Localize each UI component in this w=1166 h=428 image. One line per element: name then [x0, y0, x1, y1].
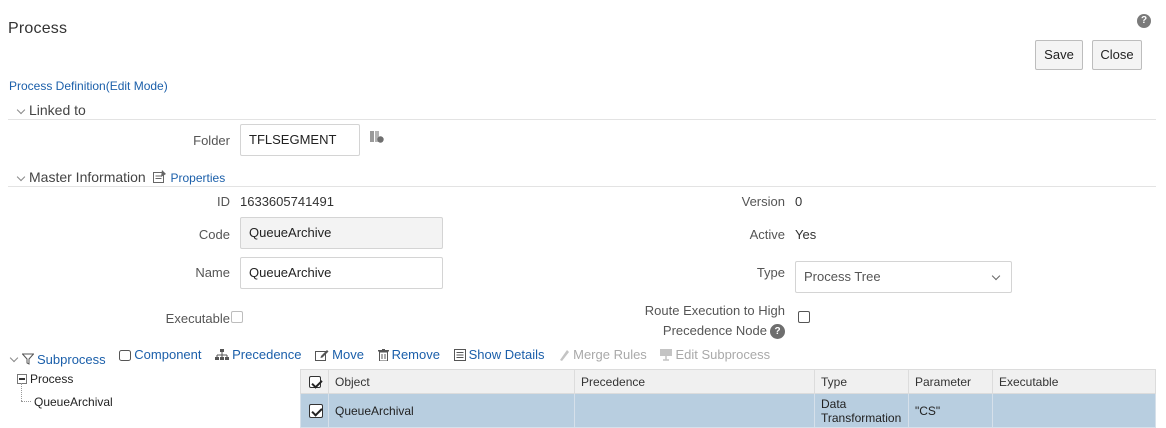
folder-field[interactable]: TFLSEGMENT [240, 124, 360, 156]
route-execution-label: Route Execution to High Precedence Node … [600, 301, 785, 341]
subprocess-tab[interactable]: Subprocess [9, 352, 106, 367]
row-checkbox[interactable] [309, 403, 323, 418]
name-label: Name [195, 265, 230, 280]
remove-button[interactable]: Remove [377, 347, 440, 362]
merge-rules-label: Merge Rules [573, 347, 647, 362]
help-icon[interactable]: ? [1137, 14, 1151, 28]
master-info-divider [8, 186, 1156, 187]
master-info-title: Master Information [29, 169, 146, 185]
components-table: Object Precedence Type Parameter Executa… [300, 369, 1156, 428]
edit-icon [315, 349, 329, 361]
cell-type-line2: Transformation [821, 410, 902, 425]
cell-precedence [574, 393, 815, 428]
column-header-executable[interactable]: Executable [992, 369, 1156, 394]
collapse-icon[interactable] [17, 374, 27, 384]
id-value: 1633605741491 [240, 194, 334, 209]
cell-type-line1: Data [821, 396, 847, 411]
tree-node-queuearchival[interactable]: QueueArchival [34, 395, 113, 409]
linked-to-section-header[interactable]: Linked to [16, 102, 86, 118]
component-label: Component [134, 347, 202, 362]
active-value: Yes [795, 227, 817, 242]
version-value: 0 [795, 194, 803, 209]
chevron-down-icon [16, 105, 26, 115]
cell-type: Data Transformation [814, 393, 909, 428]
properties-icon [152, 170, 166, 183]
show-details-button[interactable]: Show Details [453, 347, 545, 362]
merge-icon [560, 349, 570, 361]
edit-subprocess-icon [660, 348, 673, 361]
code-label: Code [198, 227, 230, 242]
tree-root-label: Process [30, 372, 74, 386]
type-select[interactable]: Process Tree [795, 261, 1012, 293]
close-button[interactable]: Close [1092, 40, 1142, 70]
show-details-label: Show Details [468, 347, 545, 362]
chevron-down-icon [9, 353, 19, 362]
table-header-row: Object Precedence Type Parameter Executa… [300, 369, 1156, 394]
subprocess-label: Subprocess [37, 351, 106, 367]
hierarchy-icon [215, 348, 230, 360]
table-row[interactable]: QueueArchival Data Transformation "CS" [300, 393, 1156, 428]
merge-rules-button[interactable]: Merge Rules [558, 347, 647, 362]
row-select-cell[interactable] [300, 393, 329, 428]
select-all-checkbox[interactable] [309, 375, 321, 388]
edit-subprocess-button[interactable]: Edit Subprocess [660, 347, 770, 362]
cell-object: QueueArchival [328, 393, 575, 428]
page-title: Process [8, 20, 68, 37]
active-label: Active [749, 227, 785, 242]
linked-to-divider [8, 119, 1156, 120]
tree-connector [21, 383, 22, 401]
cell-parameter: "CS" [908, 393, 993, 428]
id-label: ID [217, 194, 230, 209]
name-field[interactable]: QueueArchive [240, 257, 443, 289]
details-icon [453, 348, 466, 361]
tree-root[interactable]: Process [17, 372, 73, 386]
filter-icon [22, 353, 34, 365]
type-label: Type [756, 265, 785, 280]
code-field[interactable]: QueueArchive [240, 217, 443, 249]
type-select-value: Process Tree [804, 269, 881, 284]
column-header-type[interactable]: Type [814, 369, 909, 394]
cell-executable [992, 393, 1156, 428]
save-button[interactable]: Save [1035, 40, 1083, 70]
trash-icon [377, 348, 389, 361]
select-all-cell[interactable] [300, 369, 329, 394]
route-execution-checkbox[interactable] [798, 311, 810, 323]
master-info-section-header[interactable]: Master Information Properties [16, 169, 225, 185]
column-header-object[interactable]: Object [328, 369, 575, 394]
folder-browse-icon[interactable] [370, 131, 384, 143]
remove-label: Remove [391, 347, 440, 362]
executable-checkbox[interactable] [231, 311, 243, 323]
component-icon [119, 349, 132, 361]
chevron-down-icon [991, 271, 1001, 281]
precedence-button[interactable]: Precedence [215, 347, 302, 362]
move-button[interactable]: Move [315, 347, 364, 362]
column-header-precedence[interactable]: Precedence [574, 369, 815, 394]
edit-subprocess-label: Edit Subprocess [675, 347, 771, 362]
properties-link[interactable]: Properties [171, 171, 226, 185]
route-help-icon[interactable]: ? [770, 323, 785, 339]
linked-to-title: Linked to [29, 102, 86, 118]
chevron-down-icon [16, 172, 26, 182]
route-label-line2: Precedence Node [662, 323, 767, 338]
version-label: Version [741, 194, 785, 209]
move-label: Move [332, 347, 364, 362]
tree-connector [21, 401, 31, 402]
mode-link[interactable]: Process Definition(Edit Mode) [9, 79, 168, 93]
precedence-label: Precedence [232, 347, 302, 362]
route-label-line1: Route Execution to High [644, 303, 785, 318]
executable-label: Executable [165, 311, 230, 326]
subprocess-toolbar: Subprocess Component Precedence Move Rem… [9, 347, 780, 367]
component-button[interactable]: Component [119, 347, 202, 362]
folder-label: Folder [193, 133, 230, 148]
column-header-parameter[interactable]: Parameter [908, 369, 993, 394]
